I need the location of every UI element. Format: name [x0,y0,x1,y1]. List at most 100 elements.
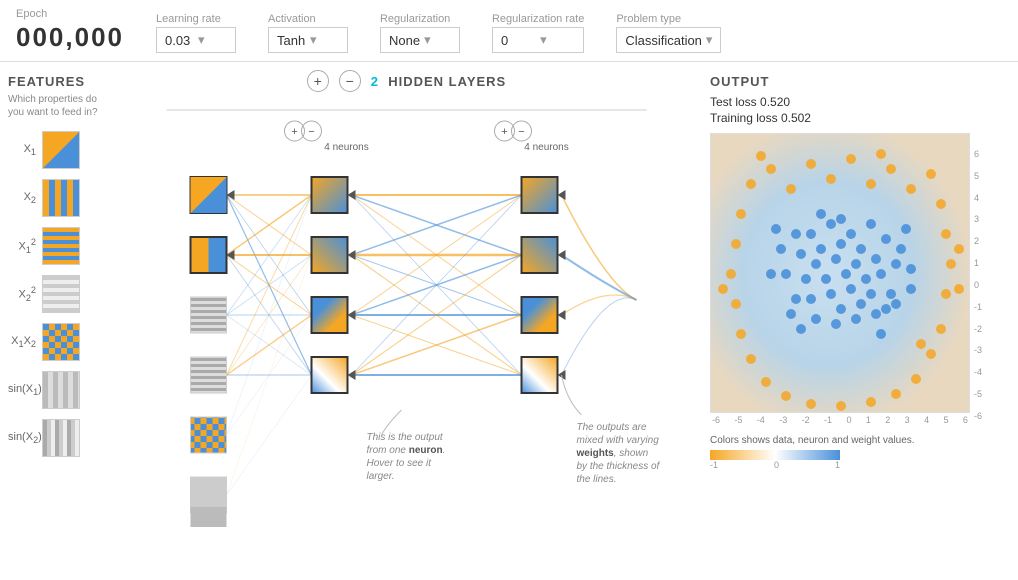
svg-text:the lines.: the lines. [577,474,617,485]
feature-x2-box[interactable] [42,179,80,217]
y-axis-n1: -1 [974,302,982,312]
output-title: OUTPUT [710,74,1006,89]
epoch-section: Epoch 000,000 [16,8,124,53]
x-axis-3: 3 [905,415,910,425]
feature-x1x2-label: X1X2 [8,335,36,349]
x-axis-0: 0 [846,415,851,425]
legend-mid: 0 [774,460,779,470]
learning-rate-value: 0.03 [165,33,194,48]
svg-text:−: − [308,126,314,138]
feature-x1-box[interactable] [42,131,80,169]
legend-ticks: -1 0 1 [710,460,840,470]
feature-x2-label: X2 [8,191,36,205]
y-axis-1: 1 [974,258,982,268]
features-title: FEATURES [8,74,107,89]
x-axis-n5: -5 [734,415,742,425]
network-diagram: + − 4 neurons + − 4 neurons [115,100,698,530]
feature-sinx1-label: sin(X1) [8,383,36,397]
regularization-rate-label: Regularization rate [492,13,584,25]
learning-rate-section: Learning rate 0.03 ▾ [156,13,236,53]
x-axis: -6 -5 -4 -3 -2 -1 0 1 2 3 4 5 6 [710,415,970,425]
epoch-value: 000,000 [16,22,124,53]
feature-x1[interactable]: X1 [8,131,107,169]
regularization-rate-arrow-icon: ▾ [540,32,575,48]
feature-x1x2[interactable]: X1X2 [8,323,107,361]
network-area: + − 2 HIDDEN LAYERS + − 4 neurons + [115,62,698,577]
problem-type-arrow-icon: ▾ [706,32,713,48]
learning-rate-label: Learning rate [156,13,236,25]
feature-x2sq[interactable]: X22 [8,275,107,313]
add-layer-button[interactable]: + [307,70,329,92]
feature-sinx2-box[interactable] [42,419,80,457]
y-axis-n4: -4 [974,367,982,377]
svg-text:−: − [518,126,524,138]
problem-type-dropdown[interactable]: Classification ▾ [616,27,721,53]
legend-text: Colors shows data, neuron and weight val… [710,435,1006,446]
feature-sinx1[interactable]: sin(X1) [8,371,107,409]
x-axis-n1: -1 [824,415,832,425]
svg-text:This is the output: This is the output [367,432,444,443]
test-loss-stat: Test loss 0.520 [710,95,1006,109]
regularization-dropdown[interactable]: None ▾ [380,27,460,53]
legend-min: -1 [710,460,718,470]
feature-x1sq-box[interactable] [42,227,80,265]
feature-x1x2-box[interactable] [42,323,80,361]
header: Epoch 000,000 Learning rate 0.03 ▾ Activ… [0,0,1018,62]
features-panel: FEATURES Which properties do you want to… [0,62,115,577]
svg-text:mixed with varying: mixed with varying [577,435,660,446]
test-loss-label: Test loss [710,95,757,109]
x-axis-2: 2 [885,415,890,425]
layer2-neurons-label: 4 neurons [524,142,568,153]
x-axis-n6: -6 [712,415,720,425]
learning-rate-dropdown[interactable]: 0.03 ▾ [156,27,236,53]
feature-x2[interactable]: X2 [8,179,107,217]
svg-text:by the thickness of: by the thickness of [577,461,661,472]
epoch-label: Epoch [16,8,124,20]
y-axis-n3: -3 [974,345,982,355]
output-panel: OUTPUT Test loss 0.520 Training loss 0.5… [698,62,1018,577]
regularization-rate-dropdown[interactable]: 0 ▾ [492,27,584,53]
feature-x2sq-label: X22 [8,285,36,303]
svg-text:larger.: larger. [367,471,395,482]
y-axis-n5: -5 [974,389,982,399]
learning-rate-arrow-icon: ▾ [198,32,227,48]
hidden-layers-count: 2 [371,74,379,89]
scatter-svg [711,134,970,413]
feature-sinx2[interactable]: sin(X2) [8,419,107,457]
y-axis-0: 0 [974,280,982,290]
y-axis-6: 6 [974,149,982,159]
layer1-neurons-label: 4 neurons [324,142,368,153]
hidden-layers-text: HIDDEN LAYERS [388,74,506,89]
activation-dropdown[interactable]: Tanh ▾ [268,27,348,53]
x-axis-6: 6 [963,415,968,425]
hidden-layers-label: 2 HIDDEN LAYERS [371,74,506,89]
legend-area: Colors shows data, neuron and weight val… [710,435,1006,470]
y-axis-4: 4 [974,193,982,203]
features-subtitle: Which properties do you want to feed in? [8,93,107,119]
y-axis-n6: -6 [974,411,982,421]
legend-max: 1 [835,460,840,470]
y-axis-2: 2 [974,236,982,246]
svg-text:from one neuron.: from one neuron. [367,445,446,456]
svg-text:The outputs are: The outputs are [577,422,647,433]
feature-x1sq-label: X12 [8,237,36,255]
feature-x1sq[interactable]: X12 [8,227,107,265]
training-loss-label: Training loss [710,111,778,125]
regularization-section: Regularization None ▾ [380,13,460,53]
y-axis: 6 5 4 3 2 1 0 -1 -2 -3 -4 -5 -6 [974,145,982,425]
feature-x2sq-box[interactable] [42,275,80,313]
training-loss-stat: Training loss 0.502 [710,111,1006,125]
svg-text:+: + [291,126,297,138]
remove-layer-button[interactable]: − [339,70,361,92]
color-gradient-bar [710,450,840,460]
problem-type-label: Problem type [616,13,721,25]
y-axis-5: 5 [974,171,982,181]
problem-type-value: Classification [625,33,702,48]
svg-text:Hover to see it: Hover to see it [367,458,433,469]
activation-arrow-icon: ▾ [310,32,339,48]
main-area: FEATURES Which properties do you want to… [0,62,1018,577]
scatter-plot [710,133,970,413]
feature-sinx1-box[interactable] [42,371,80,409]
training-loss-value: 0.502 [781,111,811,125]
svg-text:+: + [501,126,507,138]
